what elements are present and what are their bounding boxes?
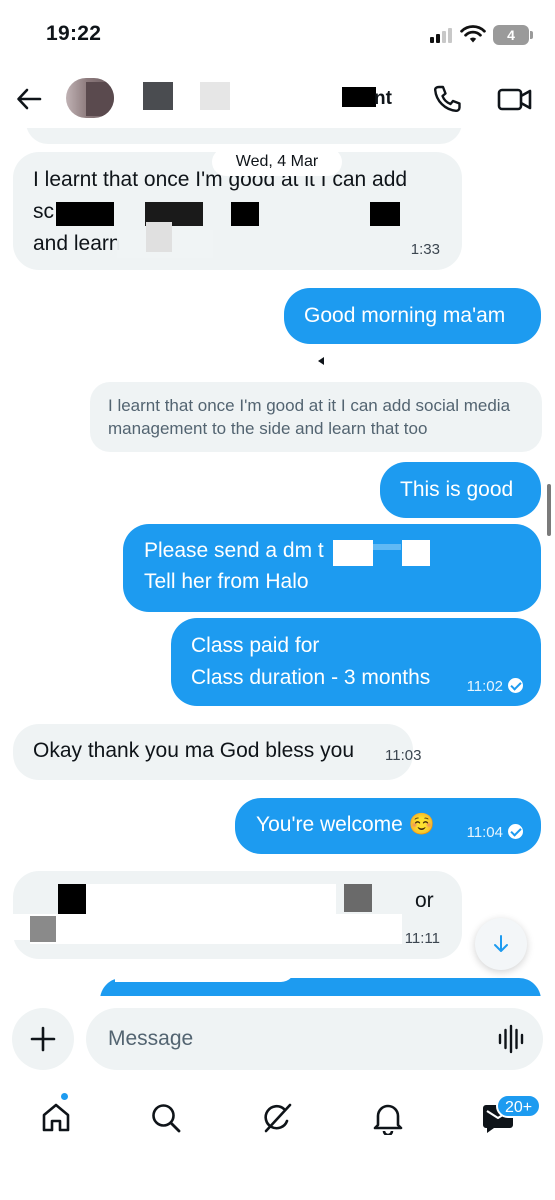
redaction-block bbox=[146, 222, 172, 252]
nav-grok[interactable] bbox=[255, 1096, 299, 1140]
battery-indicator: 4 bbox=[493, 25, 533, 45]
add-attachment-button[interactable] bbox=[12, 1008, 74, 1070]
message-bubble-outgoing[interactable]: Please send a dm t Tell her from Halo bbox=[123, 524, 541, 612]
nav-notifications[interactable] bbox=[366, 1096, 410, 1140]
status-time: 19:22 bbox=[46, 22, 102, 45]
message-text: or bbox=[415, 889, 434, 912]
message-text: Please send a dm t bbox=[144, 539, 324, 562]
video-camera-icon bbox=[497, 88, 532, 111]
redaction-block bbox=[344, 884, 372, 912]
message-bubble-incoming[interactable] bbox=[26, 128, 462, 144]
message-bubble-outgoing[interactable]: Good morning ma'am bbox=[284, 288, 541, 344]
message-text: and learn bbox=[33, 232, 121, 255]
back-button[interactable] bbox=[12, 82, 46, 116]
phone-icon bbox=[433, 85, 461, 113]
message-bubble-outgoing[interactable]: You're welcome ☺️ 11:04 bbox=[235, 798, 541, 854]
nav-search[interactable] bbox=[144, 1096, 188, 1140]
scrollbar[interactable] bbox=[547, 484, 551, 536]
avatar[interactable] bbox=[66, 78, 114, 118]
voice-waveform-icon bbox=[498, 1024, 524, 1054]
redaction-block bbox=[333, 540, 373, 566]
redaction-block bbox=[86, 884, 336, 916]
message-time: 11:02 bbox=[466, 678, 503, 695]
message-text: sc bbox=[33, 200, 54, 223]
message-text: Tell her from Halo bbox=[144, 570, 309, 593]
redaction-block bbox=[115, 968, 295, 982]
contact-name[interactable]: nt bbox=[342, 87, 392, 110]
redaction-block bbox=[231, 202, 259, 226]
message-text: Class paid for bbox=[191, 634, 320, 657]
video-call-button[interactable] bbox=[496, 82, 534, 116]
redaction-block bbox=[30, 914, 402, 944]
message-timestamp: 11:02 bbox=[467, 678, 523, 695]
plus-icon bbox=[30, 1026, 56, 1052]
scroll-to-bottom-button[interactable] bbox=[475, 918, 527, 970]
redacted-name-block bbox=[143, 82, 173, 110]
reply-marker bbox=[318, 357, 324, 365]
read-receipt-icon bbox=[508, 678, 523, 693]
message-text: This is good bbox=[400, 478, 514, 501]
message-timestamp: 11:11 bbox=[404, 930, 440, 947]
search-icon bbox=[152, 1104, 181, 1133]
redaction-block bbox=[402, 540, 430, 566]
home-icon bbox=[42, 1103, 70, 1132]
message-text: Class duration - 3 months bbox=[191, 666, 431, 689]
message-text: You're welcome ☺️ bbox=[256, 813, 435, 836]
chat-header: nt bbox=[0, 70, 555, 128]
redaction-block bbox=[58, 884, 86, 914]
message-text: Good morning ma'am bbox=[304, 304, 506, 327]
message-input[interactable] bbox=[86, 1008, 543, 1070]
message-bubble-outgoing[interactable]: This is good bbox=[380, 462, 541, 518]
redaction-block bbox=[370, 202, 400, 226]
voice-message-button[interactable] bbox=[497, 1024, 525, 1054]
message-timestamp: 11:03 bbox=[385, 747, 422, 764]
message-bubble-outgoing[interactable]: Class paid for Class duration - 3 months… bbox=[171, 618, 541, 706]
redaction-block bbox=[56, 202, 114, 226]
cellular-signal-icon bbox=[430, 27, 454, 43]
quoted-reply-preview[interactable]: I learnt that once I'm good at it I can … bbox=[90, 382, 542, 452]
redaction-block bbox=[373, 544, 401, 550]
home-notification-dot bbox=[60, 1092, 69, 1101]
message-bubble-incoming[interactable]: Okay thank you ma God bless you 11:03 bbox=[13, 724, 421, 780]
message-timestamp: 1:33 bbox=[410, 241, 440, 258]
wifi-icon bbox=[460, 25, 486, 43]
redacted-name-block bbox=[200, 82, 230, 110]
arrow-down-icon bbox=[494, 935, 508, 952]
message-timestamp: 11:04 bbox=[467, 824, 523, 841]
messages-badge: 20+ bbox=[496, 1094, 542, 1118]
grok-icon bbox=[264, 1103, 292, 1133]
notifications-bell-icon bbox=[373, 1104, 403, 1135]
conversation-thread[interactable]: Wed, 4 Mar I learnt that once I'm good a… bbox=[0, 128, 555, 996]
message-composer bbox=[0, 996, 555, 1080]
bottom-navigation: 20+ bbox=[0, 1080, 555, 1200]
nav-home[interactable] bbox=[34, 1096, 78, 1140]
date-separator: Wed, 4 Mar bbox=[212, 148, 342, 176]
message-text: Okay thank you ma God bless you bbox=[33, 739, 354, 762]
message-time: 11:04 bbox=[466, 824, 503, 841]
voice-call-button[interactable] bbox=[430, 82, 464, 116]
contact-name-text: nt bbox=[374, 88, 392, 109]
back-arrow-icon bbox=[17, 88, 42, 110]
redaction-block bbox=[30, 916, 56, 942]
status-bar: 19:22 4 bbox=[0, 0, 555, 70]
read-receipt-icon bbox=[508, 824, 523, 839]
